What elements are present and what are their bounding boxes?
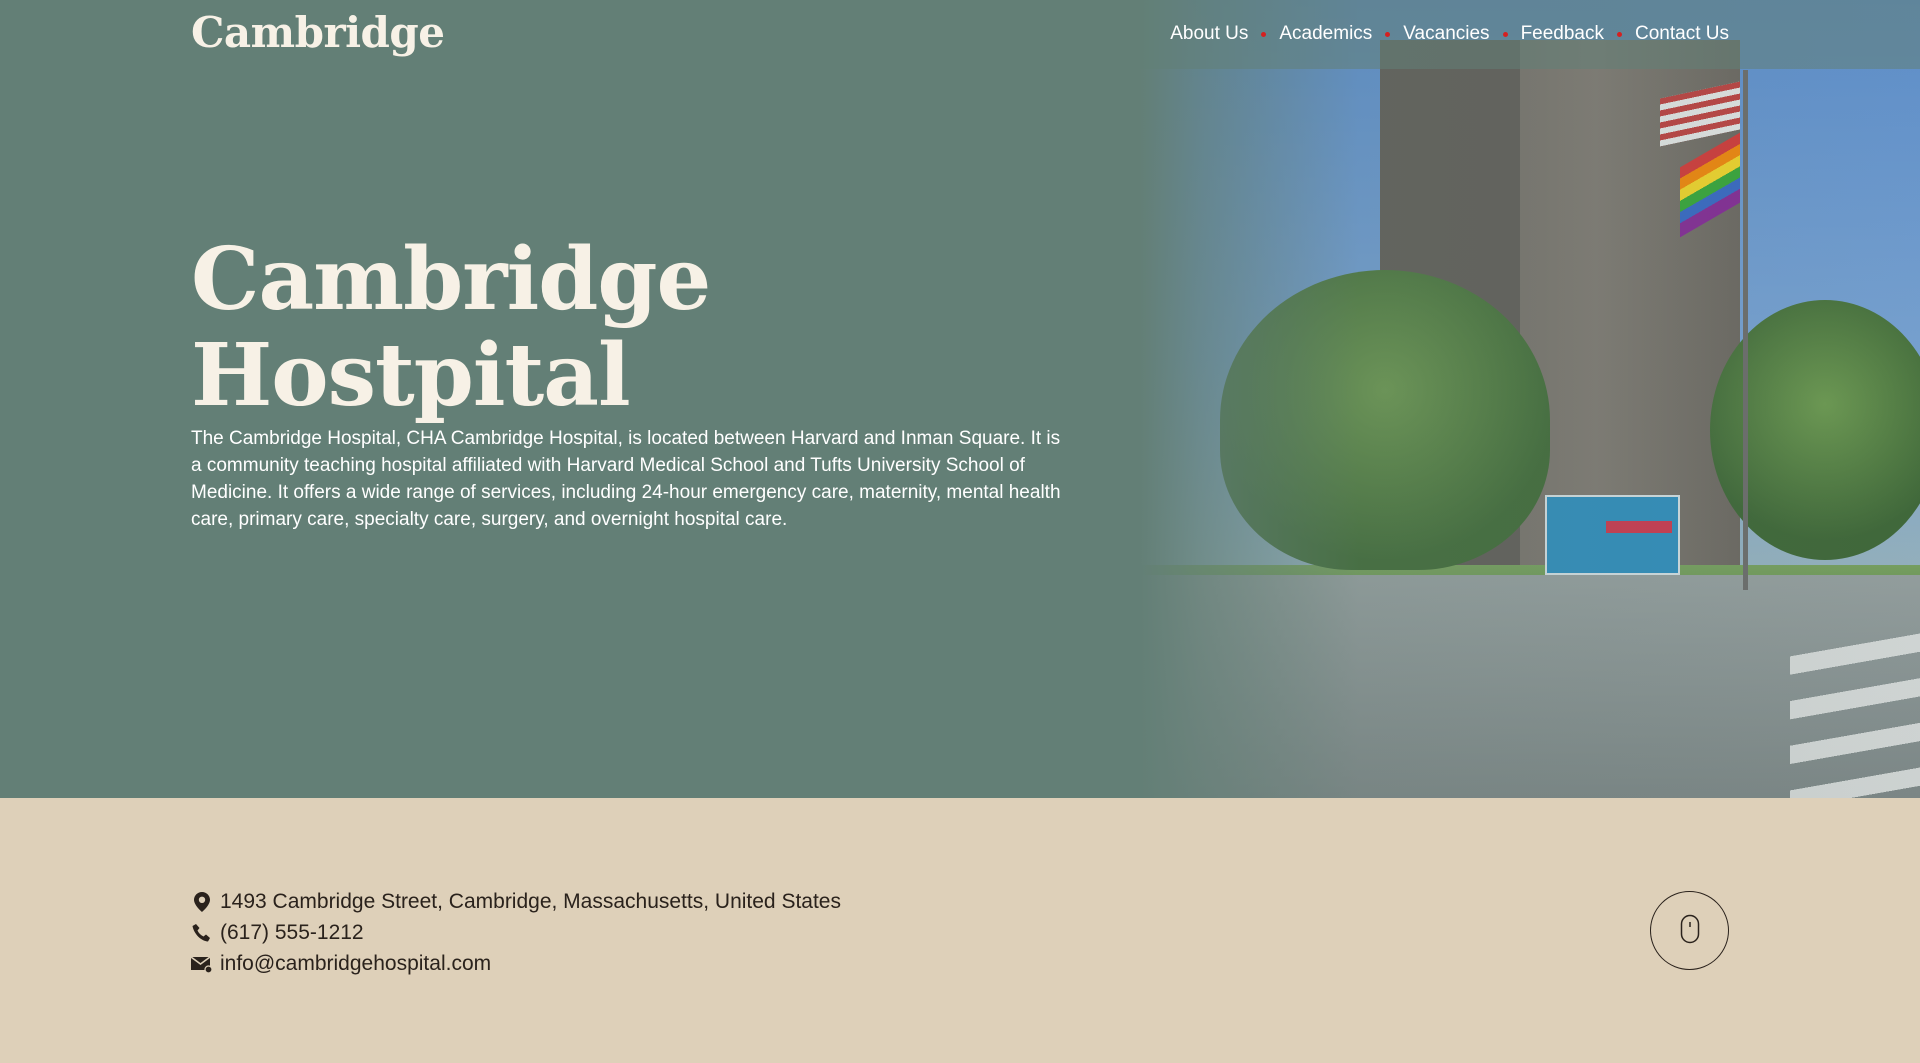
contact-info: 1493 Cambridge Street, Cambridge, Massac… [191,886,841,979]
nav-separator [1261,31,1267,37]
email-text[interactable]: info@cambridgehospital.com [220,952,491,976]
location-pin-icon [191,891,213,913]
address-row: 1493 Cambridge Street, Cambridge, Massac… [191,886,841,917]
nav-contact-us[interactable]: Contact Us [1635,23,1729,45]
nav-separator [1385,31,1391,37]
mouse-icon [1680,914,1700,948]
envelope-icon [191,953,213,975]
title-line-1: Cambridge [191,229,711,330]
email-row: info@cambridgehospital.com [191,948,841,979]
title-line-2: Hostpital [191,325,631,426]
nav-feedback[interactable]: Feedback [1521,23,1604,45]
nav-vacancies[interactable]: Vacancies [1403,23,1489,45]
nav-separator [1502,31,1508,37]
nav-academics[interactable]: Academics [1279,23,1372,45]
address-text: 1493 Cambridge Street, Cambridge, Massac… [220,889,841,913]
nav-separator [1617,31,1623,37]
main-nav: About Us Academics Vacancies Feedback Co… [1170,23,1729,45]
nav-about-us[interactable]: About Us [1170,23,1248,45]
hero-section: Cambridge About Us Academics Vacancies F… [0,0,1920,798]
phone-icon [191,922,213,944]
hero-description: The Cambridge Hospital, CHA Cambridge Ho… [191,428,1061,530]
scroll-down-button[interactable] [1650,891,1729,970]
hospital-photo [1140,0,1920,798]
page-title: Cambridge Hostpital [191,232,891,424]
phone-row: (617) 555-1212 [191,917,841,948]
phone-text[interactable]: (617) 555-1212 [220,921,364,945]
site-logo[interactable]: Cambridge [191,8,445,57]
